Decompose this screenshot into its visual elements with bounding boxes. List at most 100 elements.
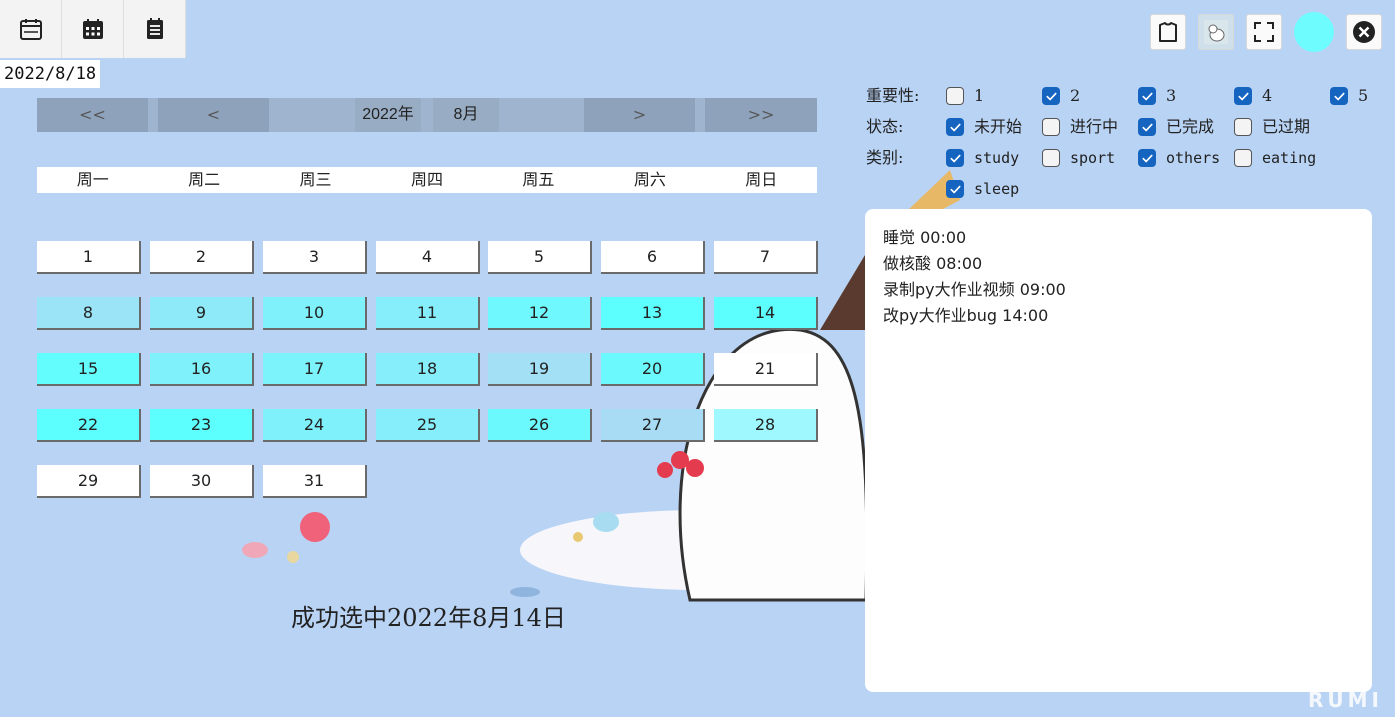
skin-icon <box>1159 22 1177 42</box>
event-item[interactable]: 睡觉 00:00 <box>883 225 1354 251</box>
calendar-day-14[interactable]: 14 <box>714 297 818 330</box>
calendar-day-15[interactable]: 15 <box>37 353 141 386</box>
calendar-day-23[interactable]: 23 <box>150 409 254 442</box>
calendar-day-12[interactable]: 12 <box>488 297 592 330</box>
weekday-label: 周六 <box>633 170 666 189</box>
weekday-label: 周二 <box>188 170 221 189</box>
category-checkbox-sleep[interactable]: sleep <box>946 177 1019 201</box>
category-checkbox-sport[interactable]: sport <box>1042 146 1115 170</box>
calendar-day-21[interactable]: 21 <box>714 353 818 386</box>
importance-checkbox-2[interactable]: 2 <box>1042 84 1080 108</box>
calendar-day-10[interactable]: 10 <box>263 297 367 330</box>
calendar-day-11[interactable]: 11 <box>376 297 480 330</box>
checked-box-icon[interactable] <box>946 118 964 136</box>
unchecked-box-icon[interactable] <box>1042 118 1060 136</box>
unchecked-box-icon[interactable] <box>1234 149 1252 167</box>
calendar-day-27[interactable]: 27 <box>601 409 705 442</box>
prev-month-button[interactable]: < <box>158 98 269 132</box>
category-label: 类别: <box>866 148 904 167</box>
importance-checkbox-3[interactable]: 3 <box>1138 84 1176 108</box>
calendar-day-26[interactable]: 26 <box>488 409 592 442</box>
prev-year-button[interactable]: << <box>37 98 148 132</box>
category-option-label: others <box>1166 149 1221 167</box>
calendar-day-17[interactable]: 17 <box>263 353 367 386</box>
category-option-label: eating <box>1262 149 1317 167</box>
next-month-button[interactable]: > <box>584 98 695 132</box>
category-checkbox-others[interactable]: others <box>1138 146 1220 170</box>
importance-option-label: 3 <box>1166 86 1177 105</box>
calendar-day-8[interactable]: 8 <box>37 297 141 330</box>
skin-button[interactable] <box>1150 14 1186 50</box>
calendar-day-1[interactable]: 1 <box>37 241 141 274</box>
calendar-day-24[interactable]: 24 <box>263 409 367 442</box>
fullscreen-button[interactable] <box>1246 14 1282 50</box>
calendar-day-3[interactable]: 3 <box>263 241 367 274</box>
weekday-label: 周三 <box>299 170 332 189</box>
event-item[interactable]: 改py大作业bug 14:00 <box>883 303 1354 329</box>
checked-box-icon[interactable] <box>1138 87 1156 105</box>
calendar-day-9[interactable]: 9 <box>150 297 254 330</box>
category-checkbox-study[interactable]: study <box>946 146 1019 170</box>
checked-box-icon[interactable] <box>1042 87 1060 105</box>
weekday-label: 周五 <box>522 170 555 189</box>
checked-box-icon[interactable] <box>1138 118 1156 136</box>
calendar-day-13[interactable]: 13 <box>601 297 705 330</box>
calendar-day-5[interactable]: 5 <box>488 241 592 274</box>
close-button[interactable] <box>1346 14 1382 50</box>
calendar-day-2[interactable]: 2 <box>150 241 254 274</box>
event-item[interactable]: 录制py大作业视频 09:00 <box>883 277 1354 303</box>
calendar-month-icon <box>82 19 103 39</box>
unchecked-box-icon[interactable] <box>1042 149 1060 167</box>
calendar-day-25[interactable]: 25 <box>376 409 480 442</box>
checked-box-icon[interactable] <box>946 149 964 167</box>
status-checkbox-未开始[interactable]: 未开始 <box>946 115 1022 139</box>
next-year-button[interactable]: >> <box>705 98 817 132</box>
category-option-label: sleep <box>974 180 1020 198</box>
theme-color-button[interactable] <box>1294 12 1334 52</box>
calendar-day-29[interactable]: 29 <box>37 465 141 498</box>
calendar-day-22[interactable]: 22 <box>37 409 141 442</box>
calendar-day-7[interactable]: 7 <box>714 241 818 274</box>
fullscreen-icon <box>1254 22 1274 42</box>
month-navigation: << < 2022年 8月 > >> <box>37 98 817 132</box>
calendar-day-18[interactable]: 18 <box>376 353 480 386</box>
event-item[interactable]: 做核酸 08:00 <box>883 251 1354 277</box>
importance-checkbox-1[interactable]: 1 <box>946 84 984 108</box>
unchecked-box-icon[interactable] <box>1234 118 1252 136</box>
current-date-label: 2022/8/18 <box>0 60 101 88</box>
calendar-day-28[interactable]: 28 <box>714 409 818 442</box>
year-display[interactable]: 2022年 <box>355 98 421 132</box>
category-checkbox-eating[interactable]: eating <box>1234 146 1316 170</box>
status-checkbox-已过期[interactable]: 已过期 <box>1234 115 1310 139</box>
status-option-label: 已完成 <box>1166 117 1215 136</box>
month-display[interactable]: 8月 <box>433 98 499 132</box>
checked-box-icon[interactable] <box>1138 149 1156 167</box>
unchecked-box-icon[interactable] <box>946 87 964 105</box>
status-checkbox-进行中[interactable]: 进行中 <box>1042 115 1118 139</box>
view-toolbar <box>0 0 186 58</box>
list-view-button[interactable] <box>124 0 186 58</box>
checked-box-icon[interactable] <box>1234 87 1252 105</box>
checked-box-icon[interactable] <box>946 180 964 198</box>
importance-checkbox-4[interactable]: 4 <box>1234 84 1272 108</box>
calendar-day-16[interactable]: 16 <box>150 353 254 386</box>
avatar-button[interactable] <box>1198 14 1234 50</box>
close-icon <box>1353 21 1375 43</box>
importance-option-label: 4 <box>1262 86 1273 105</box>
month-view-button[interactable] <box>62 0 124 58</box>
calendar-day-30[interactable]: 30 <box>150 465 254 498</box>
watermark: RUMI <box>1308 688 1383 712</box>
week-view-button[interactable] <box>0 0 62 58</box>
weekday-label: 周日 <box>745 170 778 189</box>
calendar-day-19[interactable]: 19 <box>488 353 592 386</box>
calendar-day-4[interactable]: 4 <box>376 241 480 274</box>
window-controls <box>1150 12 1382 52</box>
importance-option-label: 2 <box>1070 86 1081 105</box>
importance-checkbox-5[interactable]: 5 <box>1330 84 1368 108</box>
checked-box-icon[interactable] <box>1330 87 1348 105</box>
importance-option-label: 5 <box>1358 86 1369 105</box>
calendar-day-6[interactable]: 6 <box>601 241 705 274</box>
status-checkbox-已完成[interactable]: 已完成 <box>1138 115 1214 139</box>
calendar-day-31[interactable]: 31 <box>263 465 367 498</box>
calendar-day-20[interactable]: 20 <box>601 353 705 386</box>
